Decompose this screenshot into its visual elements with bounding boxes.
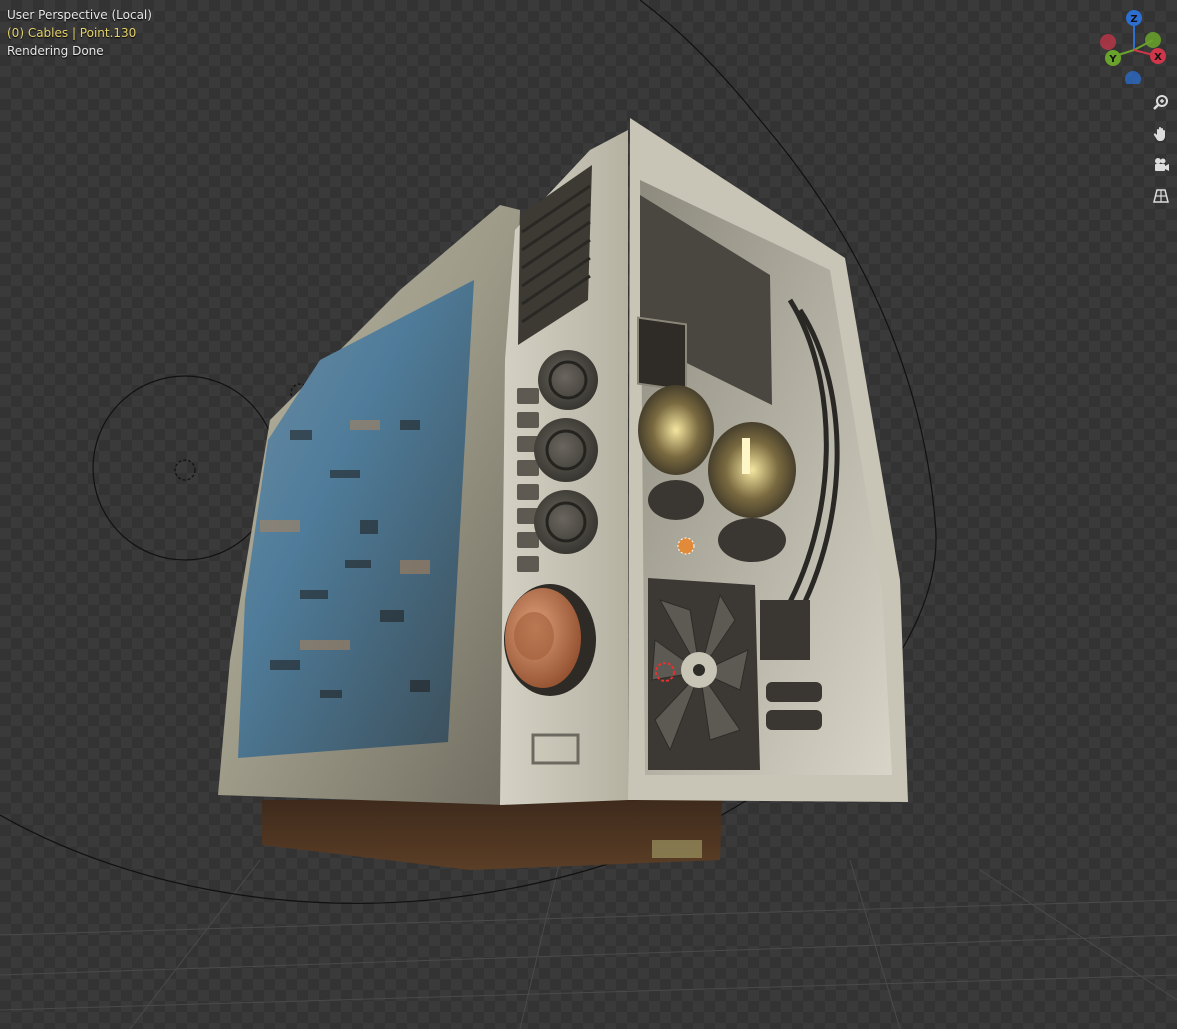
zoom-button[interactable] — [1148, 90, 1174, 116]
gizmo-z-label: Z — [1130, 14, 1137, 25]
wooden-base — [262, 800, 722, 870]
hand-pan-icon — [1153, 127, 1165, 141]
pan-button[interactable] — [1148, 121, 1174, 147]
rendered-scene — [0, 0, 1177, 1029]
dial-middle — [534, 418, 598, 482]
camera-view-button[interactable] — [1148, 152, 1174, 178]
gizmo-neg-z[interactable] — [1125, 71, 1141, 84]
gizmo-y-label: Y — [1108, 54, 1117, 65]
zoom-icon — [1153, 95, 1168, 110]
camera-icon — [1155, 158, 1169, 171]
3d-viewport[interactable]: User Perspective (Local) (0) Cables | Po… — [0, 0, 1177, 1029]
crt-screen — [238, 280, 474, 758]
perspective-toggle-button[interactable] — [1148, 183, 1174, 209]
base-highlight — [652, 840, 702, 858]
view-perspective-label: User Perspective (Local) — [7, 8, 152, 22]
dial-bottom — [534, 490, 598, 554]
perspective-grid-icon — [1153, 189, 1169, 203]
dial-top — [538, 350, 598, 410]
glass-tube-left — [638, 385, 714, 520]
glass-tube-right — [708, 422, 796, 562]
id-plaque — [637, 316, 687, 392]
render-status-label: Rendering Done — [7, 44, 104, 58]
gizmo-neg-x[interactable] — [1100, 34, 1116, 50]
selection-label: (0) Cables | Point.130 — [7, 26, 137, 40]
gizmo-x-label: X — [1154, 52, 1162, 63]
gizmo-neg-y[interactable] — [1145, 32, 1161, 48]
light-origin — [677, 537, 695, 555]
floor-grid — [0, 859, 1177, 1029]
fan-hub-hole — [693, 664, 705, 676]
copper-knob — [504, 584, 596, 696]
navigation-gizmo[interactable]: Z X Y — [1096, 8, 1172, 84]
